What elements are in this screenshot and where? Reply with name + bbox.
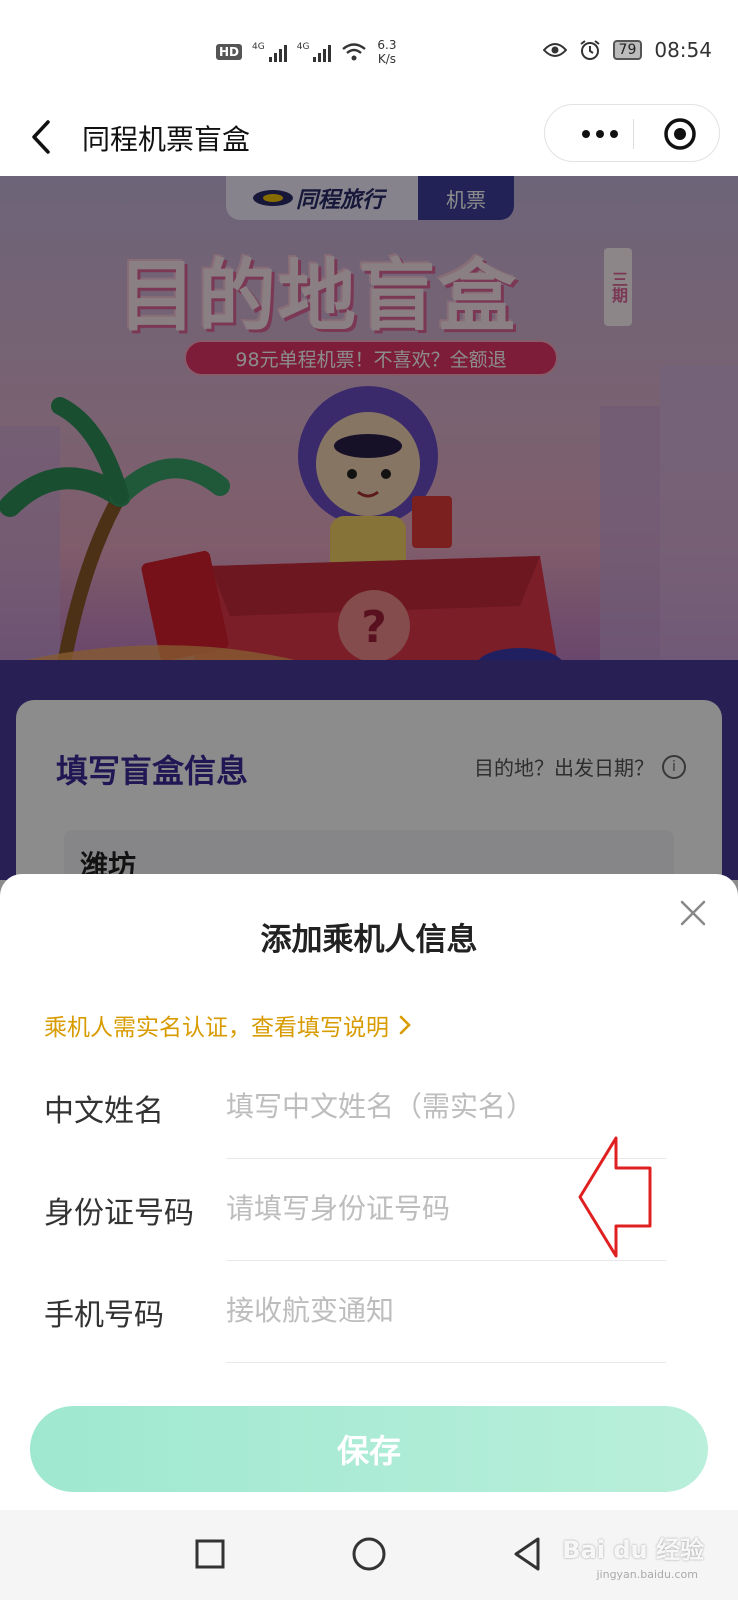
nav-circle-icon[interactable] [345,1530,393,1578]
phone-label: 手机号码 [44,1298,164,1333]
speed-unit: K/s [377,52,397,66]
annotation-arrow-icon [578,1136,652,1258]
page-title: 同程机票盲盒 [82,123,251,156]
signal-icon-2: 4G [297,42,332,62]
chinese-name-label: 中文姓名 [44,1094,164,1129]
back-arrow-icon[interactable] [24,112,64,162]
clock: 08:54 [654,38,712,62]
speed-value: 6.3 [377,38,397,52]
mini-program-title-bar: 同程机票盲盒 [0,104,738,176]
network-label-2: 4G [296,42,310,52]
chevron-right-icon [399,1015,411,1035]
status-bar: HD 4G 4G 6.3 K/s 79 08:54 [0,0,738,104]
notice-text: 乘机人需实名认证，查看填写说明 [44,1015,389,1041]
row-divider [226,1362,666,1363]
row-divider [226,1260,666,1261]
chinese-name-input[interactable] [226,1078,656,1134]
network-speed: 6.3 K/s [377,38,396,66]
battery-indicator: 79 [612,40,643,60]
alarm-icon [579,40,600,60]
mini-program-capsule [544,104,720,162]
capsule-divider [633,119,634,149]
signal-icon: 4G [252,42,287,62]
nav-back-triangle-icon[interactable] [504,1530,552,1578]
phone-row: 手机号码 [0,1268,738,1368]
watermark: Bai du 经验 [562,1536,704,1564]
save-button[interactable]: 保存 [30,1406,708,1492]
status-right: 79 08:54 [542,38,712,62]
watermark-url: jingyan.baidu.com [596,1568,698,1581]
wifi-icon [342,43,367,61]
more-dots-icon[interactable] [571,105,629,163]
close-miniprogram-icon[interactable] [651,105,709,163]
sheet-title: 添加乘机人信息 [260,922,478,958]
hd-badge: HD [216,44,243,60]
network-label-1: 4G [252,42,265,52]
system-nav-bar: Bai du 经验 jingyan.baidu.com [0,1510,738,1600]
status-left: HD 4G 4G 6.3 K/s [216,38,397,66]
nav-square-icon[interactable] [186,1530,234,1578]
phone-input[interactable] [226,1282,656,1338]
eye-icon [542,43,567,57]
real-name-notice-link[interactable]: 乘机人需实名认证，查看填写说明 [44,1008,413,1042]
id-number-label: 身份证号码 [44,1196,194,1231]
